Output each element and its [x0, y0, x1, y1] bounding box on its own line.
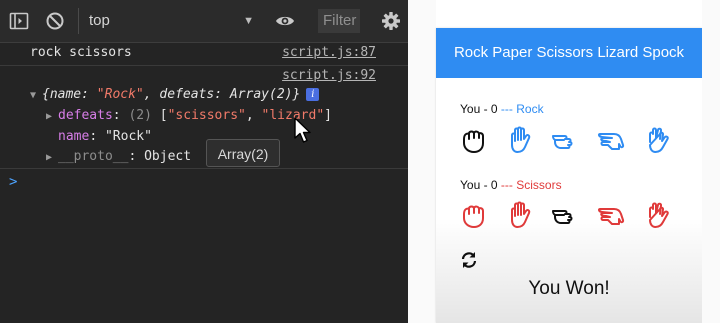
console-toolbar: top ▼ Filter	[0, 0, 408, 43]
property-key: __proto__	[58, 149, 129, 164]
property-row-name: name: "Rock"	[0, 128, 408, 148]
game-app: Rock Paper Scissors Lizard Spock You - 0…	[436, 28, 702, 323]
info-icon[interactable]: i	[306, 88, 320, 101]
log-divider	[0, 65, 408, 66]
player-score-label: You - 0	[460, 102, 501, 116]
object-value-defeats: Array(2)	[229, 87, 293, 102]
toolbar-divider	[78, 8, 79, 34]
object-summary-row[interactable]: ▼ {name: "Rock", defeats: Array(2)} i	[0, 86, 408, 106]
collapsed-triangle-icon[interactable]: ▶	[46, 111, 58, 122]
separator: :	[128, 149, 145, 164]
player-two-hands	[458, 200, 688, 230]
spock-hand-icon[interactable]	[642, 125, 672, 155]
result-text: You Won!	[528, 278, 610, 299]
property-value: Object	[144, 149, 192, 164]
separator: :	[214, 87, 230, 102]
log-text: rock scissors	[30, 45, 132, 60]
mouse-pointer-icon	[293, 117, 315, 145]
brace: {	[42, 87, 50, 102]
gear-icon[interactable]	[381, 11, 401, 31]
property-key: defeats	[58, 108, 113, 123]
property-row-defeats[interactable]: ▶ defeats: (2) ["scissors", "lizard"]	[0, 107, 408, 127]
page-background	[408, 0, 436, 323]
brace: }	[292, 87, 301, 102]
collapsed-triangle-icon[interactable]: ▶	[46, 152, 58, 163]
lizard-hand-icon[interactable]	[596, 200, 626, 230]
paper-hand-icon[interactable]	[504, 200, 534, 230]
separator: :	[81, 87, 97, 102]
hover-tooltip: Array(2)	[206, 139, 280, 167]
bracket: ]	[324, 108, 332, 123]
source-link[interactable]: script.js:87	[282, 45, 376, 60]
console-log-row: script.js:92	[0, 67, 408, 87]
clear-console-icon[interactable]	[45, 11, 65, 31]
bracket: [	[159, 108, 168, 123]
lizard-hand-icon[interactable]	[596, 125, 626, 155]
separator: ,	[143, 87, 160, 102]
player-pick-label: --- Rock	[500, 102, 544, 116]
context-selector[interactable]: top ▼	[88, 10, 258, 32]
player-pick-label: --- Scissors	[500, 178, 562, 192]
live-expression-eye-icon[interactable]	[275, 11, 295, 31]
chevron-down-icon: ▼	[243, 15, 254, 27]
source-link[interactable]: script.js:92	[282, 68, 376, 83]
separator: :	[112, 108, 121, 123]
app-title: Rock Paper Scissors Lizard Spock	[436, 28, 702, 78]
devtools-panel: top ▼ Filter rock scissors script.js:87 …	[0, 0, 408, 323]
spock-hand-icon[interactable]	[642, 200, 672, 230]
property-value: "Rock"	[104, 129, 152, 144]
console-log-row: rock scissors script.js:87	[0, 44, 408, 64]
player-score-label: You - 0	[460, 178, 501, 192]
separator: :	[89, 129, 105, 144]
rock-hand-icon[interactable]	[458, 200, 488, 230]
log-divider	[0, 168, 408, 169]
console-prompt[interactable]: >	[9, 174, 17, 190]
property-row-proto[interactable]: ▶ __proto__: Object	[0, 148, 408, 168]
sidebar-toggle-icon[interactable]	[9, 11, 29, 31]
page-background	[702, 0, 720, 323]
paper-hand-icon[interactable]	[504, 125, 534, 155]
separator: ,	[245, 108, 262, 123]
refresh-icon[interactable]	[460, 251, 478, 269]
scissors-hand-icon[interactable]	[550, 125, 580, 155]
bottom-shade	[436, 218, 702, 323]
array-count: (2)	[128, 108, 152, 123]
object-key-name: name	[49, 87, 82, 102]
property-key: name	[58, 129, 90, 144]
player-two-status: You - 0 --- Scissors	[460, 178, 562, 192]
player-one-status: You - 0 --- Rock	[460, 102, 544, 116]
object-key-defeats: defeats	[159, 87, 215, 102]
rock-hand-icon[interactable]	[458, 125, 488, 155]
object-value-name: "Rock"	[96, 87, 144, 102]
array-item: "scissors"	[167, 108, 246, 123]
player-one-hands	[458, 125, 688, 155]
scissors-hand-icon[interactable]	[550, 200, 580, 230]
context-label: top	[89, 12, 110, 29]
expanded-triangle-icon[interactable]: ▼	[30, 90, 42, 101]
filter-input[interactable]: Filter	[318, 9, 360, 33]
